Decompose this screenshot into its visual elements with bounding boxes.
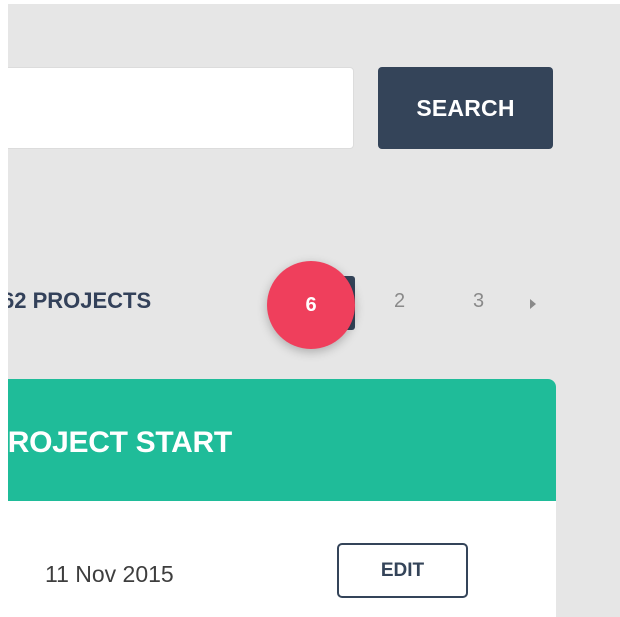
pagination-page-3[interactable]: 3 [473, 290, 484, 313]
table-row: 11 Nov 2015 EDIT [8, 501, 556, 617]
projects-table: PROJECT START 11 Nov 2015 EDIT [8, 379, 556, 617]
search-button[interactable]: SEARCH [378, 67, 553, 149]
chevron-right-icon[interactable] [530, 299, 536, 309]
edit-button[interactable]: EDIT [337, 543, 468, 598]
pagination-page-2[interactable]: 2 [394, 290, 405, 313]
search-input[interactable] [8, 67, 354, 149]
viewport: SEARCH 62 PROJECTS 6 2 3 PROJECT START 1… [8, 4, 620, 617]
column-header-project-start: PROJECT START [8, 426, 232, 459]
project-start-date: 11 Nov 2015 [45, 561, 174, 587]
step-badge: 6 [267, 261, 355, 349]
project-count: 62 PROJECTS [8, 288, 152, 313]
table-header: PROJECT START [8, 379, 556, 501]
